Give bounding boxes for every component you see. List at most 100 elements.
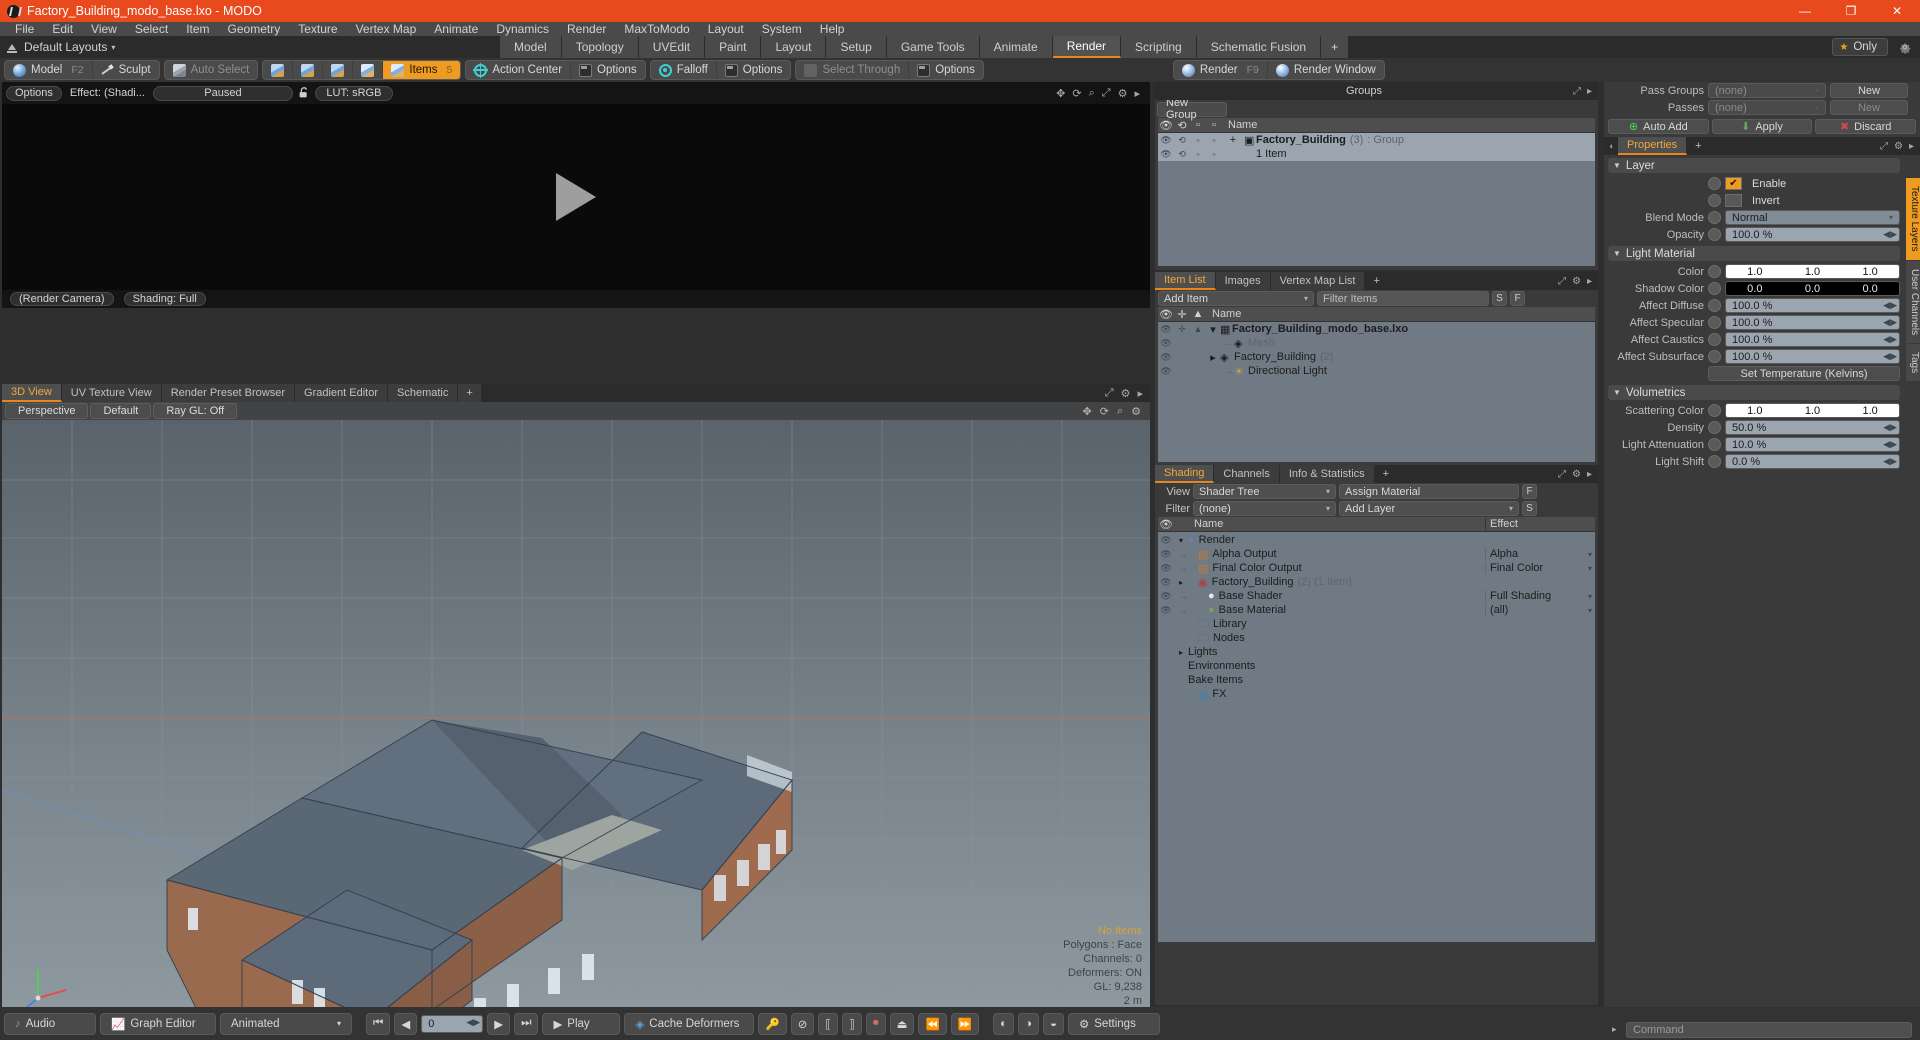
items-mode-button[interactable]: Items 5 [383,61,461,79]
menu-item-file[interactable]: File [6,22,43,36]
render-button[interactable]: Render F9 [1174,61,1268,79]
animated-dropdown[interactable]: Animated ▾ [220,1012,352,1035]
shadow-color-knob-icon[interactable] [1708,282,1721,295]
zoom-icon[interactable]: ⌕ [1089,87,1095,100]
viewport-3d[interactable]: Perspective Default Ray GL: Off ✥ ⟳ ⌕ ⚙ … [2,402,1150,1032]
viewport-raygl-button[interactable]: Ray GL: Off [153,403,238,419]
item-list-gear-icon[interactable]: ⚙ [1572,276,1581,287]
filter-select[interactable]: (none) ▾ [1193,501,1336,516]
properties-expand-icon[interactable]: ⤢ [1880,141,1888,152]
shading-add-tab[interactable]: + [1375,465,1397,483]
tab-setup[interactable]: Setup [826,36,887,58]
blend-mode-select[interactable]: Normal ▾ [1725,210,1900,225]
sculpt-mode-button[interactable]: Sculpt [93,61,159,79]
menu-item-maxtomodo[interactable]: MaxToModo [615,22,698,36]
affect-specular-spinner-icon[interactable]: ◀▶ [1883,317,1897,328]
fb-eye-icon[interactable]: 👁 [1158,352,1174,363]
base-shader-eye-icon[interactable]: 👁 [1158,591,1174,602]
menu-item-item[interactable]: Item [177,22,218,36]
tab-info-statistics[interactable]: Info & Statistics [1279,465,1375,483]
color-field[interactable]: 1.0 1.0 1.0 [1725,264,1900,279]
row2-link-icon[interactable]: ⟲ [1174,149,1190,160]
list-item[interactable]: 👁 → ◈ Mesh [1158,336,1595,350]
menu-item-vertex-map[interactable]: Vertex Map [347,22,426,36]
tab-render[interactable]: Render [1052,36,1122,58]
delete-key-button[interactable]: ⊘ [790,1012,815,1035]
list-item[interactable]: ▩ FX [1158,687,1595,701]
record-button[interactable]: ⏺ [865,1012,886,1035]
gear-icon-preview[interactable]: ⚙ [1118,87,1128,100]
play-icon[interactable] [556,173,596,221]
final-eye-icon[interactable]: 👁 [1158,563,1174,574]
light-shift-spinner-icon[interactable]: ◀▶ [1883,456,1897,467]
menu-item-select[interactable]: Select [126,22,177,36]
shading-expand-icon[interactable]: ⤢ [1558,469,1566,480]
properties-add-tab[interactable]: + [1687,137,1709,155]
list-item[interactable]: 👁 ▾ ● Render [1158,533,1595,547]
row-box-icon[interactable]: ▫ [1190,135,1206,145]
affect-caustics-spinner-icon[interactable]: ◀▶ [1883,334,1897,345]
shading-f-button[interactable]: F [1522,484,1537,499]
pass-groups-select[interactable]: (none) ▾ [1708,83,1826,98]
render-preview-paused-button[interactable]: Paused [152,85,293,101]
groups-expand-icon[interactable]: ⤢ [1573,86,1581,97]
menu-item-dynamics[interactable]: Dynamics [487,22,558,36]
affect-caustics-field[interactable]: 100.0 % ◀▶ [1725,332,1900,347]
new-group-button[interactable]: New Group [1157,97,1227,121]
render-preview-effect-label[interactable]: Effect: (Shadi... [66,87,149,99]
tab-channels[interactable]: Channels [1214,465,1280,483]
light-shift-field[interactable]: 0.0 % ◀▶ [1725,454,1900,469]
tab-paint[interactable]: Paint [705,36,762,58]
ghost-c-button[interactable]: ◒ [1043,1012,1064,1035]
current-frame-field[interactable]: 0 ◀▶ [421,1014,484,1033]
opacity-knob-icon[interactable] [1708,228,1721,241]
maximize-button[interactable]: ❐ [1828,0,1874,22]
affect-diffuse-knob-icon[interactable] [1708,299,1721,312]
viewport-add-tab-button[interactable]: + [458,384,482,402]
add-layout-tab-button[interactable]: + [1321,36,1350,58]
tab-scripting[interactable]: Scripting [1121,36,1197,58]
command-input[interactable]: Command [1626,1022,1912,1038]
side-tab-user-channels[interactable]: User Channels [1906,260,1920,344]
viewport-zoom-icon[interactable]: ⌕ [1117,405,1123,418]
section-light-material-header[interactable]: ▼ Light Material [1608,246,1900,261]
color-knob-icon[interactable] [1708,265,1721,278]
expand-icon[interactable]: ⤢ [1102,87,1111,100]
move-icon[interactable]: ✥ [1056,87,1065,100]
alpha-eye-icon[interactable]: 👁 [1158,549,1174,560]
scattering-color-knob-icon[interactable] [1708,404,1721,417]
tab-item-list[interactable]: Item List [1155,272,1216,290]
item-render-icon[interactable]: ▲ [1190,324,1206,334]
material-mode-button[interactable] [353,61,384,79]
menu-item-view[interactable]: View [82,22,126,36]
item-list-chevron-icon[interactable]: ▸ [1587,276,1592,287]
density-spinner-icon[interactable]: ◀▶ [1883,422,1897,433]
viewport-tab-render-preset-browser[interactable]: Render Preset Browser [161,384,296,402]
side-tab-texture-layers[interactable]: Texture Layers [1906,178,1920,261]
viewport-gear-icon[interactable]: ⚙ [1121,387,1131,400]
enable-checkbox[interactable]: ✔ [1725,177,1742,190]
settings-button[interactable]: ⚙ Settings [1067,1012,1160,1035]
list-item[interactable]: 👁 ▸ ◉ Factory_Building (2) (1 Item) [1158,575,1595,589]
properties-gear-icon[interactable]: ⚙ [1894,141,1903,152]
row-eye-icon[interactable]: 👁 [1158,135,1174,146]
enable-knob-icon[interactable] [1708,177,1721,190]
row2-box-icon[interactable]: ▫ [1190,149,1206,159]
lock-icon[interactable] [297,86,311,100]
row2-lock-icon[interactable]: ▫ [1206,149,1222,159]
menu-item-texture[interactable]: Texture [289,22,346,36]
table-row[interactable]: 👁 ⟲ ▫ ▫ + ▣ Factory_Building (3) : Group [1158,133,1595,147]
list-item[interactable]: Bake Items [1158,673,1595,687]
rotate-icon[interactable]: ⟳ [1072,87,1081,100]
ghost-a-button[interactable]: ◐ [993,1012,1015,1035]
viewport-rotate-icon[interactable]: ⟳ [1100,405,1109,418]
audio-button[interactable]: ♪ Audio [4,1012,96,1035]
invert-knob-icon[interactable] [1708,194,1721,207]
density-knob-icon[interactable] [1708,421,1721,434]
viewport-expand-icon[interactable]: ⤢ [1105,387,1114,400]
filter-items-input[interactable]: Filter Items [1317,291,1489,306]
fb-shader-eye-icon[interactable]: 👁 [1158,577,1174,588]
light-attenuation-field[interactable]: 10.0 % ◀▶ [1725,437,1900,452]
groups-list-body[interactable]: 👁 ⟲ ▫ ▫ + ▣ Factory_Building (3) : Group… [1158,133,1595,266]
close-button[interactable]: ✕ [1874,0,1920,22]
